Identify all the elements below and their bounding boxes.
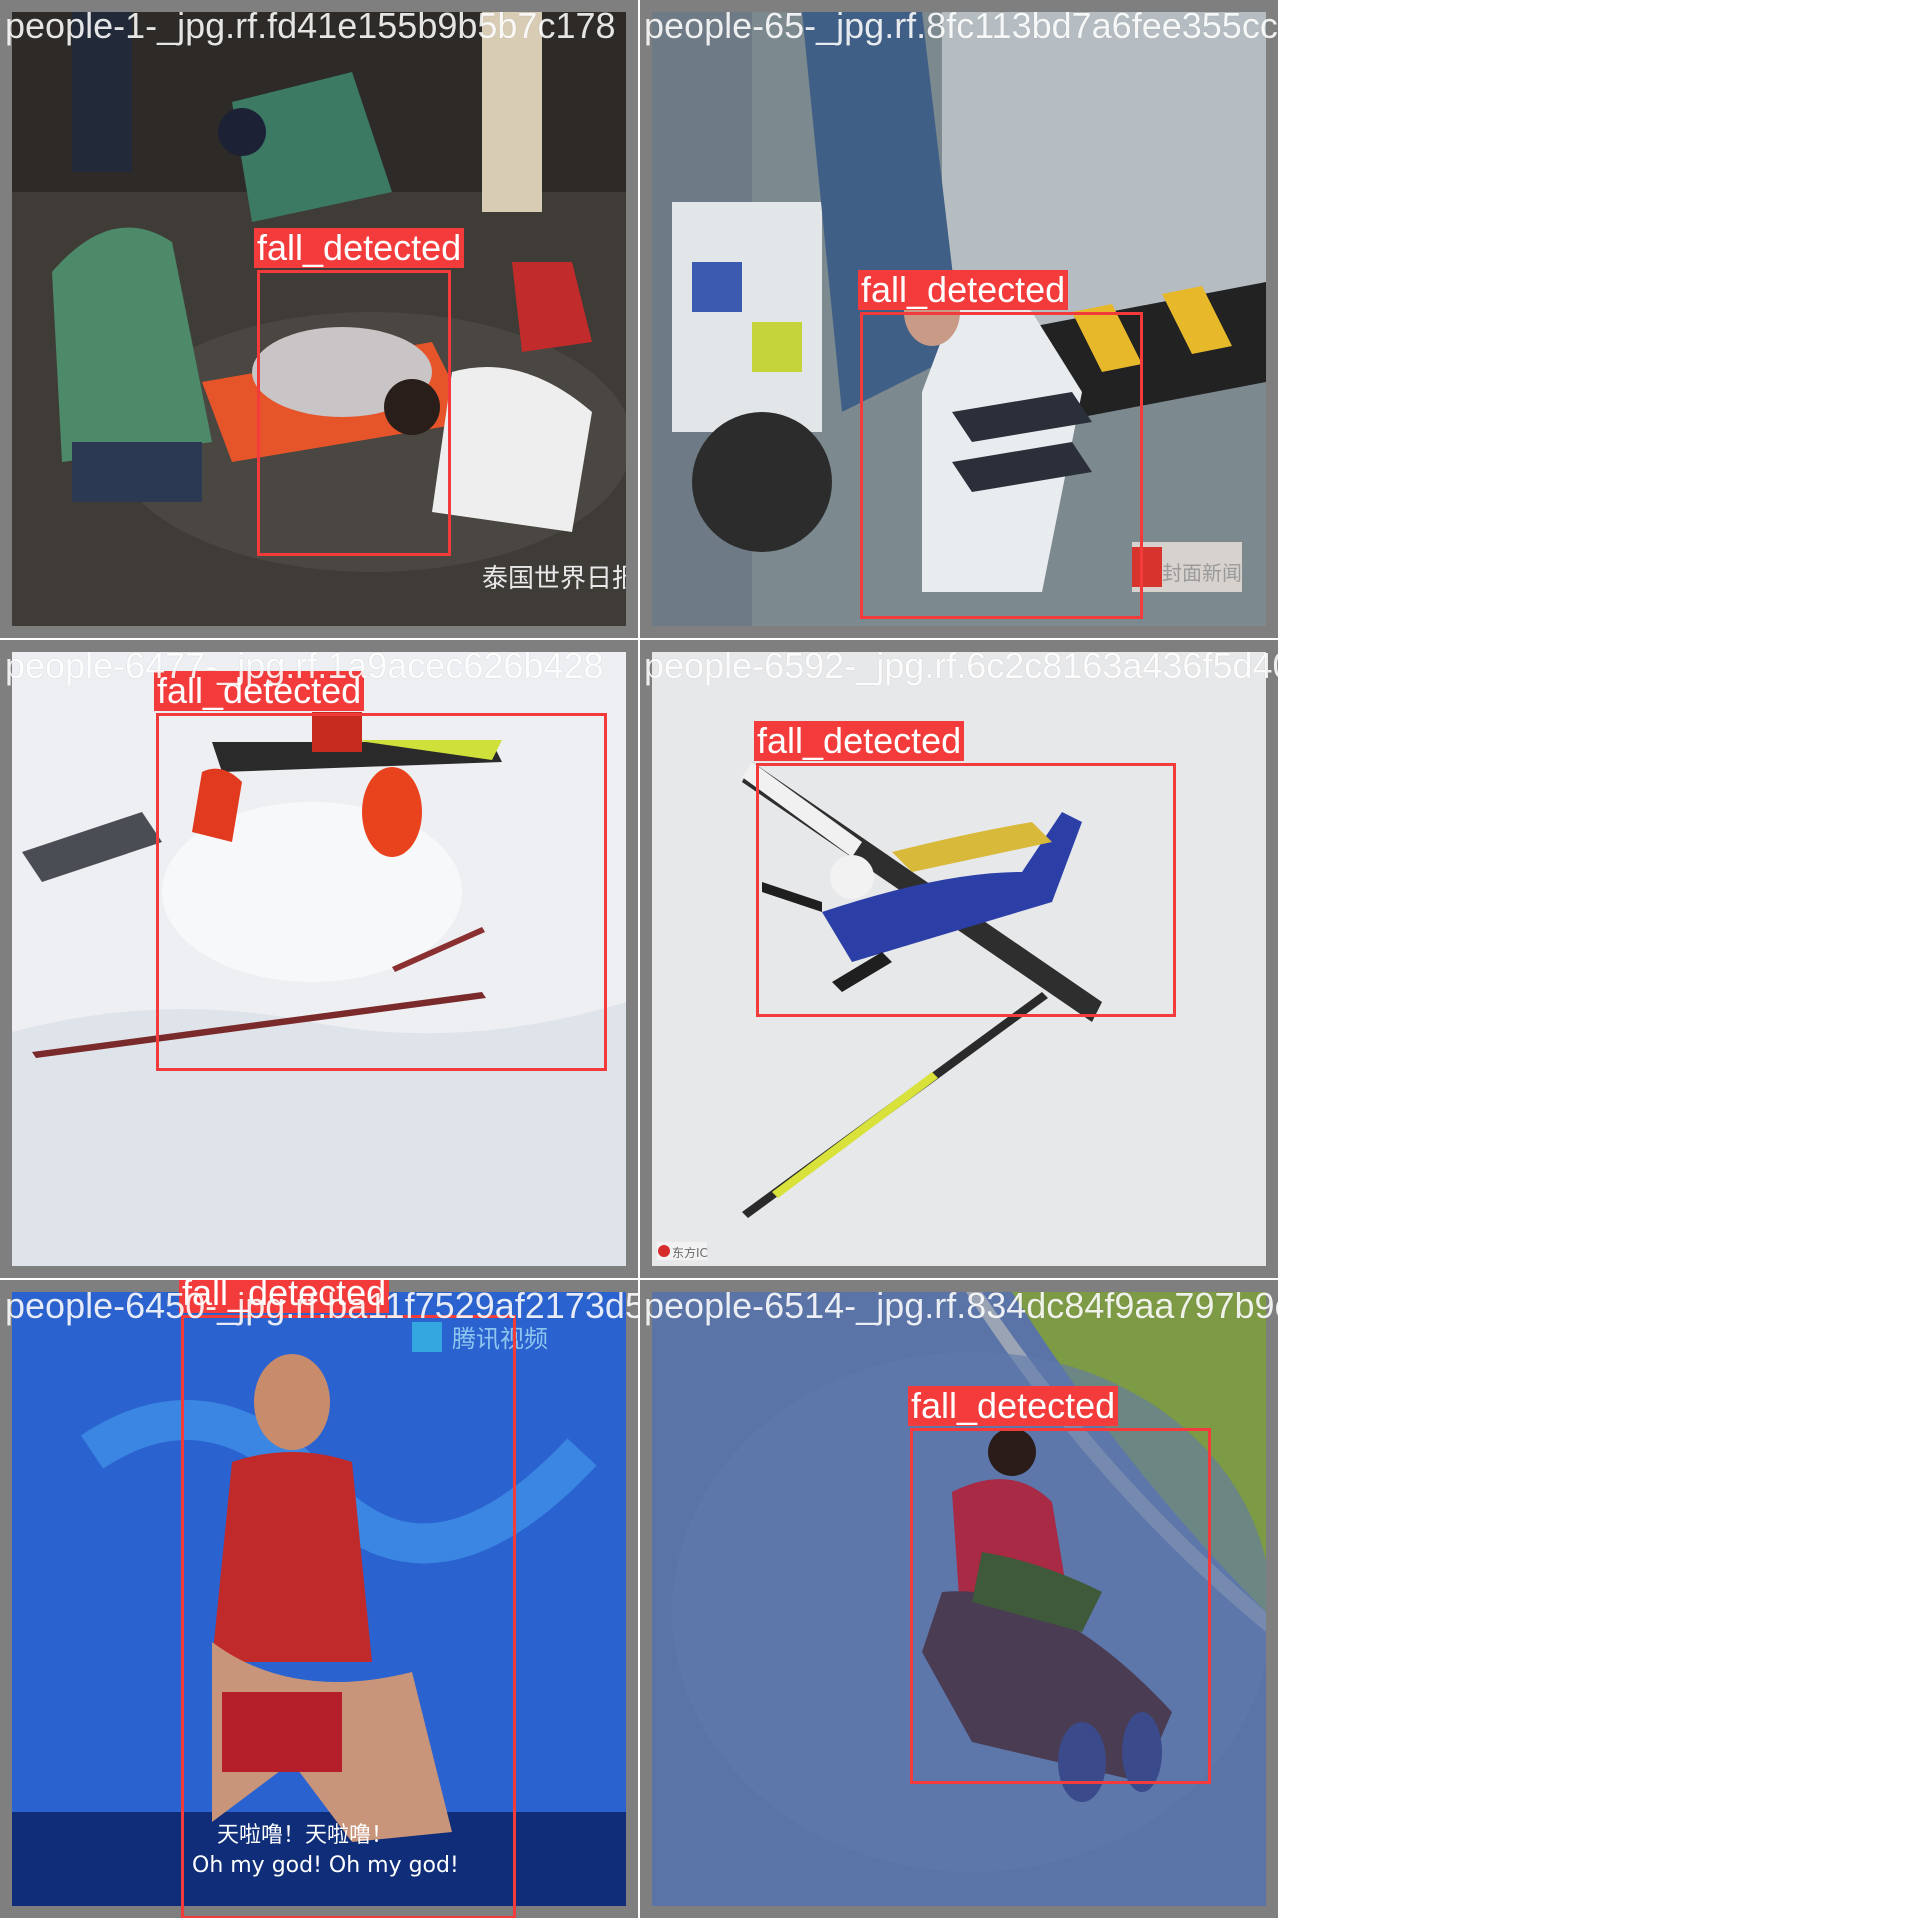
- detection-box: [156, 713, 607, 1071]
- image-filename: people-6450-_jpg.rf.ba11f7529af2173d52: [5, 1285, 638, 1326]
- image-tile-1: 泰国世界日报 fall_detected people-1-_jpg.rf.fd…: [0, 0, 638, 638]
- detection-label: fall_detected: [908, 1386, 1119, 1426]
- image-filename: people-65-_jpg.rf.8fc113bd7a6fee355cc053: [644, 5, 1278, 46]
- detection-box: [860, 312, 1143, 619]
- image-tile-3: fall_detected people-6477-_jpg.rf.1a9ace…: [0, 640, 638, 1278]
- image-tile-2: 封面新闻 fall_detected people-65-_jpg.rf.8fc…: [640, 0, 1278, 638]
- detection-box: [181, 1315, 516, 1918]
- watermark-text: 泰国世界日报: [482, 564, 626, 594]
- image-tile-5: 腾讯视频 天啦噜！天啦噜！ Oh my god! Oh my god! fall…: [0, 1280, 638, 1918]
- detection-label: fall_detected: [254, 228, 465, 268]
- image-filename: people-6514-_jpg.rf.834dc84f9aa797b9cb97: [644, 1285, 1278, 1326]
- image-filename: people-1-_jpg.rf.fd41e155b9b5b7c178: [5, 5, 616, 46]
- detection-box: [257, 270, 451, 556]
- detection-label: fall_detected: [858, 270, 1069, 310]
- watermark-text: 东方IC: [672, 1245, 708, 1260]
- image-tile-4: 东方IC fall_detected people-6592-_jpg.rf.6…: [640, 640, 1278, 1278]
- detection-label: fall_detected: [754, 721, 965, 761]
- image-filename: people-6477-_jpg.rf.1a9acec626b428: [5, 645, 604, 686]
- watermark-text: 封面新闻: [1162, 561, 1242, 585]
- detection-box: [910, 1428, 1211, 1784]
- detection-box: [756, 763, 1176, 1017]
- image-filename: people-6592-_jpg.rf.6c2c8163a436f5d40b4: [644, 645, 1278, 686]
- image-tile-6: fall_detected people-6514-_jpg.rf.834dc8…: [640, 1280, 1278, 1918]
